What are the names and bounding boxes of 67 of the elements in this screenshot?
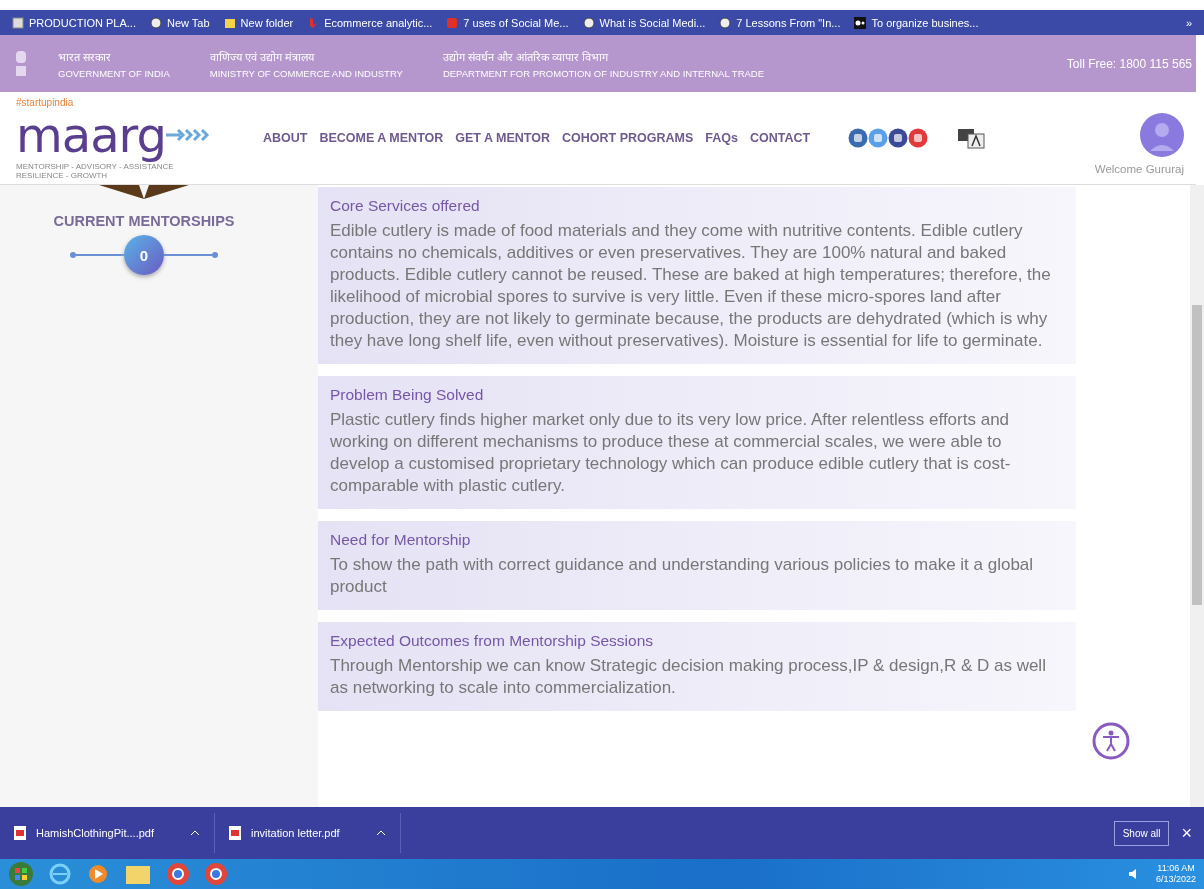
nav-link[interactable]: CONTACT bbox=[749, 131, 811, 145]
section-text: Through Mentorship we can know Strategic decision making process,IP & design,R & D as well as networking to scale into commercialization. bbox=[330, 655, 1047, 699]
section-title: Expected Outcomes from Mentorship Sessions bbox=[330, 632, 655, 650]
section-title: Need for Mentorship bbox=[330, 531, 472, 549]
caret-icon[interactable] bbox=[375, 830, 386, 836]
clock-time: 11:06 AM bbox=[1157, 863, 1195, 874]
chrome-icon[interactable] bbox=[204, 862, 228, 886]
section-text: Edible cutlery is made of food materials and they come with nutritive contents. Edible cutlery contains no chemicals, additives or even preservatives. They are 100% natural and baked products. Edible cutlery cannot be reused. These are baked at high temperatures; therefore, the likelihood of microbial spores to survive is very little. Even if these micro-spores land after production, they are not likely to germinate because, the products are dehydrated (which is why they have long shelf life, even without preservatives). Moisture is essential for life to germinate. bbox=[330, 220, 1052, 352]
bookmark-icon bbox=[149, 16, 162, 29]
bookmark[interactable]: Ecommerce analytic... bbox=[307, 16, 433, 29]
nav-link[interactable]: BECOME A MENTOR bbox=[319, 131, 444, 145]
pdf-icon bbox=[14, 826, 26, 840]
chrome-icon[interactable] bbox=[166, 862, 190, 886]
department-hindi: वाणिज्य एवं उद्योग मंत्रालय bbox=[209, 49, 316, 64]
toll-free-number: Toll Free: 1800 115 565 bbox=[1066, 56, 1193, 71]
nav-link[interactable]: FAQs bbox=[705, 131, 738, 145]
bookmark[interactable]: PRODUCTION PLA... bbox=[12, 16, 136, 29]
section-title: Core Services offered bbox=[330, 197, 481, 215]
social-icon[interactable] bbox=[908, 128, 929, 148]
social-icon[interactable] bbox=[848, 128, 869, 148]
clock-date: 6/13/2022 bbox=[1155, 874, 1196, 885]
department-name: MINISTRY OF COMMERCE AND INDUSTRY bbox=[209, 67, 403, 79]
caret-icon[interactable] bbox=[190, 830, 200, 836]
bookmark[interactable]: To organize busines... bbox=[854, 16, 979, 29]
department-name: DEPARTMENT FOR PROMOTION OF INDUSTRY AND INTERNAL TRADE bbox=[442, 67, 765, 79]
show-all-button[interactable]: Show all bbox=[1113, 820, 1170, 846]
nav-link[interactable]: GET A MENTOR bbox=[455, 131, 550, 145]
download-file[interactable]: invitation letter.pdf bbox=[251, 827, 340, 839]
section-title: Problem Being Solved bbox=[330, 386, 485, 404]
section-text: To show the path with correct guidance and understanding various policies to make it a global product bbox=[330, 554, 1035, 598]
bookmark[interactable]: New Tab bbox=[149, 16, 210, 29]
start-icon[interactable] bbox=[8, 861, 34, 887]
bookmark-icon bbox=[719, 16, 732, 29]
bookmark-icon bbox=[12, 16, 24, 29]
bookmark[interactable]: New folder bbox=[223, 16, 294, 29]
department-hindi: भारत सरकार bbox=[58, 49, 113, 64]
more-bookmarks[interactable]: » bbox=[1185, 16, 1192, 29]
nav-link[interactable]: COHORT PROGRAMS bbox=[562, 131, 694, 145]
mentorship-count: 0 bbox=[124, 235, 164, 275]
bookmark[interactable]: What is Social Medi... bbox=[582, 16, 706, 29]
logo-tagline: RESILIENCE - GROWTH bbox=[16, 170, 109, 180]
user-avatar[interactable] bbox=[1140, 113, 1184, 157]
bookmark[interactable]: 7 Lessons From "In... bbox=[719, 16, 841, 29]
pdf-icon bbox=[229, 826, 241, 840]
department-hindi: उद्योग संवर्धन और आंतरिक व्यापार विभाग bbox=[442, 49, 610, 64]
nav-link[interactable]: ABOUT bbox=[263, 131, 308, 145]
emblem-icon bbox=[14, 48, 28, 79]
bookmark[interactable]: 7 uses of Social Me... bbox=[446, 16, 569, 29]
close-button[interactable]: × bbox=[1175, 821, 1198, 845]
media-player-icon[interactable] bbox=[86, 862, 110, 886]
department-name: GOVERNMENT OF INDIA bbox=[58, 67, 170, 79]
bookmark-icon bbox=[223, 16, 236, 29]
accessibility-icon[interactable] bbox=[1092, 722, 1130, 760]
welcome-text: Welcome Gururaj bbox=[1094, 163, 1184, 175]
startup-tag: #startupindia bbox=[16, 96, 266, 108]
logo[interactable]: maarg bbox=[16, 107, 166, 162]
translate-icon[interactable] bbox=[958, 127, 987, 149]
mentorships-heading: CURRENT MENTORSHIPS bbox=[53, 213, 235, 229]
scrollbar[interactable] bbox=[1190, 185, 1204, 807]
bookmark-icon bbox=[446, 16, 459, 29]
section-text: Plastic cutlery finds higher market only due to its very low price. After relentless efforts and working on different mechanisms to produce these at commercial scales, we were able to develop a customised proprietary technology which can produce edible cutlery that is cost-comparable with plastic cutlery. bbox=[330, 409, 1012, 497]
logo-tagline: MENTORSHIP - ADVISORY - ASSISTANCE bbox=[16, 161, 175, 171]
bookmark-icon bbox=[307, 16, 320, 29]
bookmark-icon bbox=[854, 16, 867, 29]
bookmark-icon bbox=[582, 16, 595, 29]
download-file[interactable]: HamishClothingPit....pdf bbox=[36, 827, 154, 839]
social-icon[interactable] bbox=[888, 128, 909, 148]
